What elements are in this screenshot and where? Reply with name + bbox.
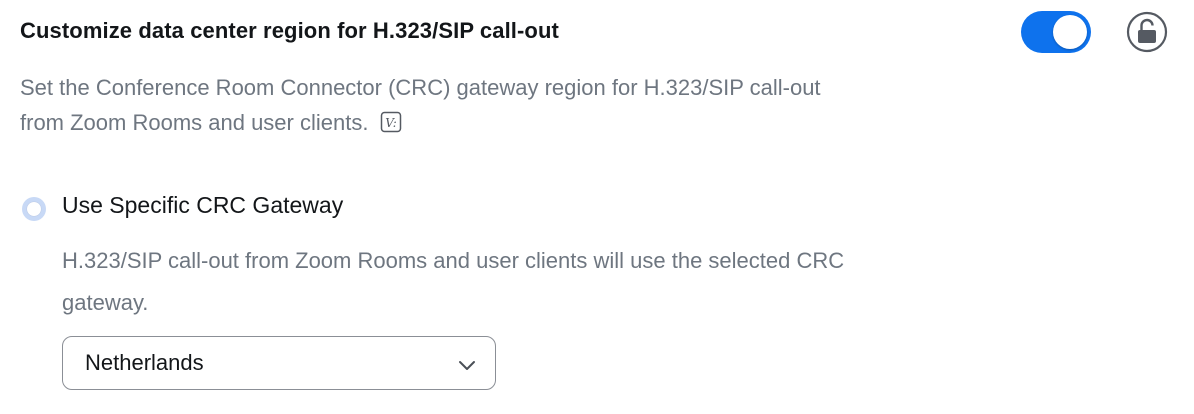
version-tag-icon: V: xyxy=(380,108,402,133)
setting-title: Customize data center region for H.323/S… xyxy=(20,18,559,43)
region-select[interactable]: Netherlands xyxy=(62,336,496,390)
enable-toggle[interactable] xyxy=(1021,11,1091,53)
unlock-icon[interactable] xyxy=(1126,11,1168,53)
option-description-line: H.323/SIP call-out from Zoom Rooms and u… xyxy=(62,248,845,273)
option-description-line: gateway. xyxy=(62,290,149,315)
toggle-knob xyxy=(1053,15,1087,49)
radio-dot xyxy=(27,202,41,216)
radio-label[interactable]: Use Specific CRC Gateway xyxy=(62,192,343,219)
chevron-down-icon xyxy=(457,355,477,375)
region-select-value: Netherlands xyxy=(85,350,204,375)
setting-description-text: from Zoom Rooms and user clients. xyxy=(20,110,369,135)
use-specific-crc-radio[interactable] xyxy=(22,197,46,221)
setting-description-line: from Zoom Rooms and user clients. V: xyxy=(20,105,1020,140)
svg-text:V:: V: xyxy=(386,116,398,130)
option-description: H.323/SIP call-out from Zoom Rooms and u… xyxy=(62,240,1062,324)
setting-description-line: Set the Conference Room Connector (CRC) … xyxy=(20,75,821,100)
setting-description: Set the Conference Room Connector (CRC) … xyxy=(20,70,1020,140)
